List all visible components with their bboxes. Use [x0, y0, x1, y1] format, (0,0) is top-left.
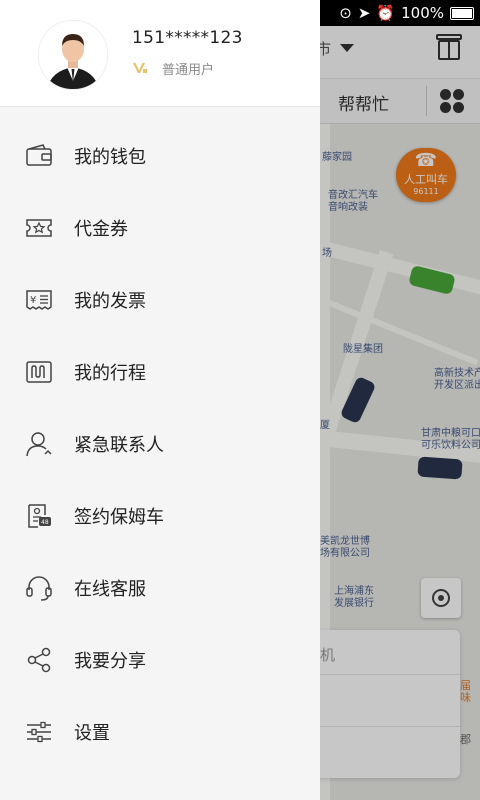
menu-label: 签约保姆车 [74, 507, 164, 528]
avatar[interactable] [38, 20, 108, 90]
vip-level-icon [133, 63, 147, 73]
side-drawer: 151*****123 普通用户 我的钱包 代金券 ¥ 我的发票 我的行程 紧急… [0, 0, 320, 800]
coupon-icon [26, 219, 52, 237]
wallet-icon [26, 144, 52, 166]
menu-item-contract-car[interactable]: 48 签约保姆车 [0, 488, 320, 544]
menu-label: 设置 [74, 723, 110, 744]
lock-rotation-icon: ⊙ [339, 4, 352, 22]
menu-label: 在线客服 [74, 579, 146, 600]
emergency-contact-icon [26, 432, 52, 457]
svg-text:¥: ¥ [30, 295, 36, 306]
svg-text:48: 48 [41, 519, 49, 526]
drawer-overlay[interactable] [320, 26, 480, 800]
user-type: 普通用户 [162, 63, 215, 78]
menu-item-share[interactable]: 我要分享 [0, 632, 320, 688]
location-icon: ➤ [357, 4, 371, 22]
menu-label: 我要分享 [74, 651, 146, 672]
menu-item-customer-service[interactable]: 在线客服 [0, 560, 320, 616]
status-bar: ⊙ ➤ ⏰ 100% [320, 0, 480, 26]
invoice-icon: ¥ [26, 290, 52, 310]
menu-label: 我的行程 [74, 363, 146, 384]
menu-item-wallet[interactable]: 我的钱包 [0, 128, 320, 184]
user-avatar-icon [39, 21, 107, 89]
menu-item-settings[interactable]: 设置 [0, 704, 320, 760]
menu-item-trips[interactable]: 我的行程 [0, 344, 320, 400]
menu-item-coupon[interactable]: 代金券 [0, 200, 320, 256]
menu-label: 紧急联系人 [74, 435, 164, 456]
menu-label: 我的发票 [74, 291, 146, 312]
profile-header[interactable]: 151*****123 普通用户 [0, 0, 320, 107]
contract-car-icon: 48 [28, 504, 51, 528]
headset-icon [26, 576, 52, 601]
settings-icon [27, 721, 51, 743]
battery-text: 100% [401, 4, 444, 22]
battery-icon [450, 6, 474, 20]
trip-icon [26, 361, 52, 383]
share-icon [27, 647, 51, 673]
alarm-icon: ⏰ [376, 4, 396, 22]
menu-label: 我的钱包 [74, 147, 146, 168]
menu-label: 代金券 [74, 219, 128, 240]
menu-item-emergency-contact[interactable]: 紧急联系人 [0, 416, 320, 472]
menu-item-invoice[interactable]: ¥ 我的发票 [0, 272, 320, 328]
user-phone: 151*****123 [132, 28, 243, 48]
